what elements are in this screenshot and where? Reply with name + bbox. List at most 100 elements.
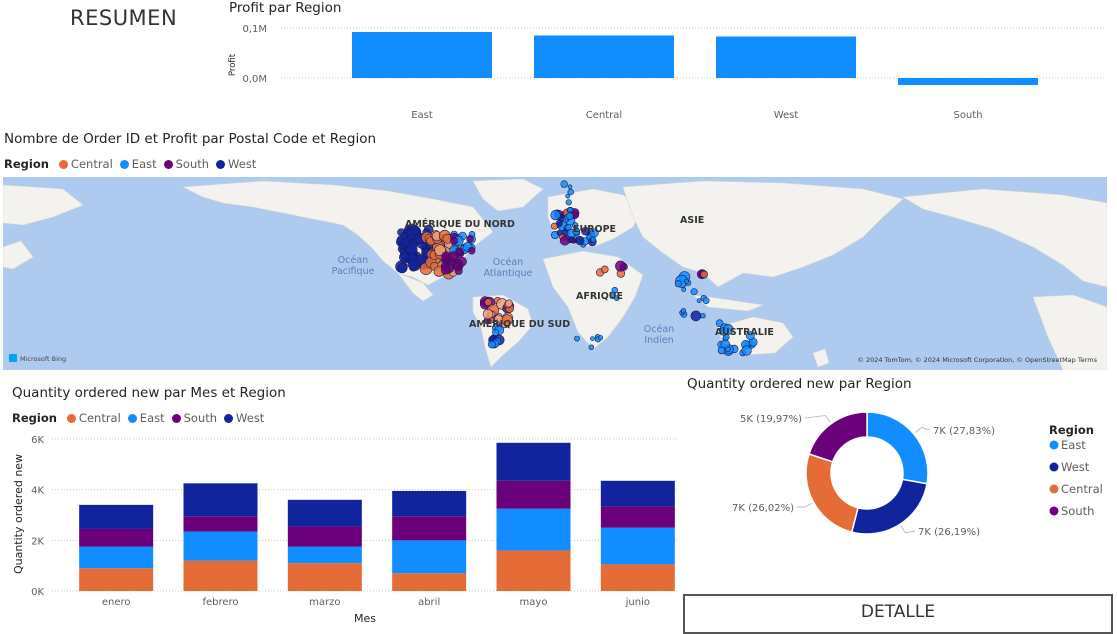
map-point[interactable] <box>680 308 687 314</box>
stacked-segment-east[interactable] <box>183 531 258 561</box>
map-point[interactable] <box>681 287 687 292</box>
stacked-segment-west[interactable] <box>183 483 258 517</box>
map-point[interactable] <box>559 235 570 246</box>
stacked-segment-south[interactable] <box>496 480 571 509</box>
map-point[interactable] <box>492 328 500 336</box>
map-legend-central[interactable]: Central <box>55 157 113 171</box>
map-point[interactable] <box>568 236 576 243</box>
stacked-segment-central[interactable] <box>287 563 362 591</box>
map-point[interactable] <box>440 264 451 275</box>
donut-legend-label[interactable]: Central <box>1061 482 1103 496</box>
donut-slice-east[interactable] <box>866 411 929 485</box>
map-point[interactable] <box>696 298 702 303</box>
map-point[interactable] <box>567 207 573 213</box>
map-point[interactable] <box>575 235 585 246</box>
map-point[interactable] <box>702 297 710 304</box>
stacked-segment-west[interactable] <box>392 490 467 517</box>
map-point[interactable] <box>450 237 458 245</box>
east-dot-icon <box>1049 440 1059 450</box>
stacked-segment-south[interactable] <box>183 516 258 532</box>
profit-chart[interactable]: 0,1M 0,0M Profit East Central West South <box>225 18 1115 130</box>
detalle-button[interactable]: DETALLE <box>683 594 1113 634</box>
stacked-segment-east[interactable] <box>287 546 362 564</box>
map-copyright[interactable]: © 2024 TomTom, © 2024 Microsoft Corporat… <box>857 356 1097 364</box>
stacked-segment-south[interactable] <box>287 526 362 547</box>
stacked-segment-east[interactable] <box>600 527 675 565</box>
donut-slice-south[interactable] <box>808 411 868 463</box>
leader-line <box>915 427 931 433</box>
stacked-segment-south[interactable] <box>600 506 675 528</box>
map-point[interactable] <box>674 280 682 288</box>
map-point[interactable] <box>700 270 708 279</box>
stacked-segment-south[interactable] <box>392 516 467 541</box>
map-point[interactable] <box>454 266 463 275</box>
map-point[interactable] <box>400 251 409 261</box>
stacked-segment-south[interactable] <box>79 528 154 547</box>
map-point[interactable] <box>400 238 411 248</box>
map-point[interactable] <box>407 258 419 270</box>
map-point[interactable] <box>690 288 698 296</box>
stacked-segment-west[interactable] <box>600 480 675 507</box>
map-point[interactable] <box>615 260 627 272</box>
map-point[interactable] <box>590 336 595 341</box>
map-point[interactable] <box>717 346 726 355</box>
stacked-segment-central[interactable] <box>496 550 571 591</box>
map-point[interactable] <box>597 335 604 341</box>
stacked-segment-west[interactable] <box>287 499 362 527</box>
map-point[interactable] <box>690 310 702 322</box>
donut-legend-label[interactable]: East <box>1061 438 1086 452</box>
map-point[interactable] <box>482 308 494 320</box>
map-point[interactable] <box>466 235 474 243</box>
map-point[interactable] <box>448 251 459 262</box>
stacked-segment-central[interactable] <box>183 560 258 591</box>
map-point[interactable] <box>504 299 513 308</box>
map-point[interactable] <box>487 340 496 349</box>
stacked-segment-west[interactable] <box>496 442 571 481</box>
stacked-legend-central[interactable]: Central <box>63 411 121 425</box>
map-point[interactable] <box>567 184 573 190</box>
map-point[interactable] <box>556 229 563 236</box>
profit-bar[interactable] <box>352 32 492 78</box>
donut-slice-central[interactable] <box>805 453 859 533</box>
map-legend-west[interactable]: West <box>212 157 256 171</box>
donut-slice-west[interactable] <box>850 478 928 535</box>
profit-bar[interactable] <box>898 78 1038 85</box>
map-point[interactable] <box>566 212 574 220</box>
donut-legend-label[interactable]: South <box>1061 504 1094 518</box>
stacked-legend-south[interactable]: South <box>168 411 217 425</box>
world-map[interactable]: AMÉRIQUE DU NORD AMÉRIQUE DU SUD EUROPE … <box>3 177 1107 370</box>
legend-label: Central <box>78 411 121 425</box>
profit-bar[interactable] <box>716 36 856 79</box>
stacked-segment-west[interactable] <box>79 504 154 529</box>
stacked-segment-central[interactable] <box>392 573 467 591</box>
map-point[interactable] <box>741 345 752 356</box>
map-point[interactable] <box>725 346 731 353</box>
map-point[interactable] <box>484 298 493 306</box>
map-point[interactable] <box>565 193 571 199</box>
map-point[interactable] <box>590 236 597 243</box>
stacked-segment-central[interactable] <box>79 568 154 591</box>
donut-legend-label[interactable]: West <box>1061 460 1090 474</box>
map-legend-east[interactable]: East <box>116 157 157 171</box>
map-point[interactable] <box>588 344 594 350</box>
map-point[interactable] <box>550 209 561 221</box>
map-point[interactable] <box>565 199 572 206</box>
map-point[interactable] <box>684 278 690 284</box>
map-point[interactable] <box>468 246 476 255</box>
stacked-segment-east[interactable] <box>496 508 571 551</box>
stacked-chart[interactable]: 0K 2K 4K 6K Quantity ordered new Mes enero febr… <box>8 428 680 625</box>
map-point[interactable] <box>574 335 580 342</box>
donut-chart[interactable]: 7K (27,83%) 7K (26,19%) 7K (26,02%) 5K (19,… <box>684 395 1114 585</box>
map-point[interactable] <box>397 262 408 274</box>
profit-bar[interactable] <box>534 35 674 79</box>
stacked-legend-east[interactable]: East <box>124 411 165 425</box>
map-point[interactable] <box>560 180 568 188</box>
stacked-segment-east[interactable] <box>392 540 467 574</box>
stacked-segment-central[interactable] <box>600 564 675 591</box>
stacked-legend-west[interactable]: West <box>220 411 264 425</box>
map-point[interactable] <box>457 256 467 267</box>
map-legend-south[interactable]: South <box>160 157 209 171</box>
map-point[interactable] <box>700 313 706 319</box>
stacked-segment-east[interactable] <box>79 546 154 569</box>
map-point[interactable] <box>600 265 609 274</box>
